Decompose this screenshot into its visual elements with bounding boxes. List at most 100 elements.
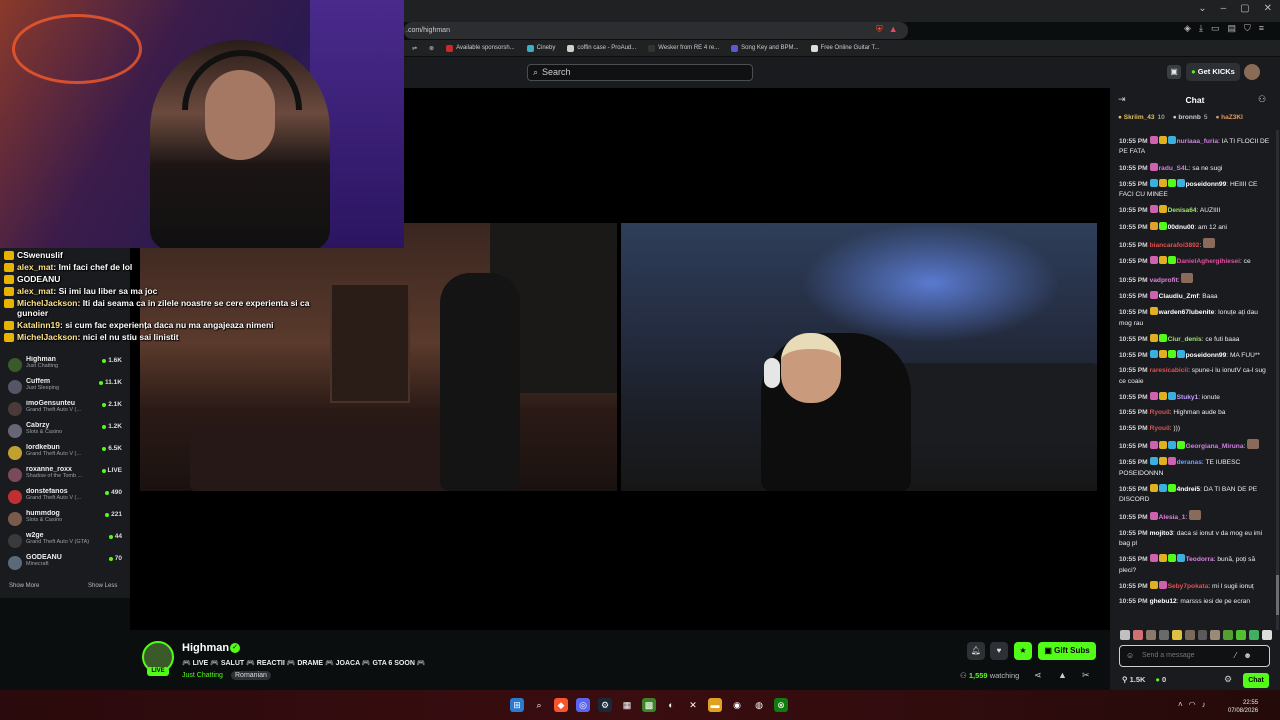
stream-manager-icon[interactable]: ▣ <box>1167 65 1181 79</box>
message-username[interactable]: mojito3 <box>1150 530 1173 537</box>
streamer-name[interactable]: Highman <box>182 642 229 654</box>
emote-icon[interactable] <box>1210 630 1221 640</box>
chat-message[interactable]: 10:55 PM 00dnu00: am 12 ani <box>1119 221 1271 233</box>
chat-message[interactable]: 10:55 PM Ryouil: ))) <box>1119 424 1271 434</box>
brave-rewards-icon[interactable]: ▲ <box>889 24 898 35</box>
chat-message[interactable]: 10:55 PM raresicabicii: spune-i lu ionutV… <box>1119 366 1271 387</box>
minecraft-icon[interactable]: ▩ <box>642 698 656 712</box>
app-icon[interactable]: ◐ <box>664 698 678 712</box>
menu-icon[interactable]: ≡ <box>1259 23 1264 34</box>
chat-message[interactable]: 10:55 PM Georgiana_Miruna: <box>1119 438 1271 452</box>
gift-subs-button[interactable]: ▣ Gift Subs <box>1038 642 1096 660</box>
extension-icon[interactable]: ◈ <box>1184 23 1191 34</box>
message-username[interactable]: radu_S4L <box>1159 165 1189 172</box>
chat-scrollbar[interactable] <box>1276 130 1279 630</box>
chat-message-list[interactable]: 10:55 PM nuriaaa_furia: IA TI FLOCII DE P… <box>1119 136 1271 626</box>
message-username[interactable]: Seby7pokata <box>1168 583 1209 590</box>
message-username[interactable]: ghebu12 <box>1150 598 1177 605</box>
maximize-icon[interactable]: ▢ <box>1240 3 1249 14</box>
sidebar-icon[interactable]: ▭ <box>1211 23 1220 34</box>
chat-message[interactable]: 10:55 PM deranas: TE IUBESC POSEIDONNN <box>1119 457 1271 479</box>
notification-button[interactable]: 🔔︎ <box>967 642 985 660</box>
leaderboard-entry[interactable]: ● Skriim_43 10 <box>1118 114 1165 126</box>
message-username[interactable]: vadprofit <box>1150 277 1178 284</box>
message-username[interactable]: poseidonn99 <box>1186 181 1227 188</box>
kicks-count[interactable]: ● 0 <box>1155 675 1166 684</box>
stream-category-link[interactable]: Just Chatting <box>182 672 223 679</box>
emoji-icon[interactable]: ☺ <box>1126 651 1134 660</box>
emote-icon[interactable] <box>1158 630 1169 640</box>
emote-picker-icon[interactable]: ☻ <box>1243 651 1251 660</box>
show-less-link[interactable]: Show Less <box>88 583 117 589</box>
search-input[interactable]: ⌕ Search <box>527 64 753 81</box>
chat-message[interactable]: 10:55 PM Claudiu_Zmf: Baaa <box>1119 290 1271 302</box>
chat-message[interactable]: 10:55 PM nuriaaa_furia: IA TI FLOCII DE P… <box>1119 136 1271 158</box>
avatar[interactable] <box>1244 64 1260 80</box>
chevron-up-icon[interactable]: ˄ <box>1178 700 1183 709</box>
message-username[interactable]: Alesia_1 <box>1159 514 1186 521</box>
wifi-icon[interactable]: ◠ <box>1189 700 1196 709</box>
close-icon[interactable]: ✕ <box>1264 3 1272 14</box>
xbox-icon[interactable]: ⊗ <box>774 698 788 712</box>
slash-command-icon[interactable]: ⁄ <box>1235 651 1236 660</box>
send-chat-button[interactable]: Chat <box>1243 673 1269 688</box>
message-username[interactable]: deranas <box>1177 459 1202 466</box>
language-tag[interactable]: Romanian <box>231 671 271 680</box>
message-username[interactable]: warden67lubenite <box>1159 309 1215 316</box>
followers-count[interactable]: ⚲ 1.5K <box>1122 675 1145 684</box>
subscribe-button[interactable]: ★ <box>1014 642 1032 660</box>
bookmark-item[interactable]: Cineby <box>526 44 555 52</box>
leaderboard-entry[interactable]: ● haZ3KI <box>1215 114 1245 126</box>
share-icon[interactable]: ⋖ <box>1034 670 1042 681</box>
message-username[interactable]: Ryouil <box>1150 425 1170 432</box>
chat-message[interactable]: 10:55 PM biancarafoi3892: <box>1119 238 1271 251</box>
brave-browser-icon[interactable]: ◆ <box>554 698 568 712</box>
bookmark-icon[interactable]: ⊗ <box>429 45 434 52</box>
emote-icon[interactable] <box>1184 630 1195 640</box>
steam-icon[interactable]: ⚙ <box>598 698 612 712</box>
wallet-icon[interactable]: ▤ <box>1227 23 1236 34</box>
report-icon[interactable]: ▲ <box>1058 670 1067 680</box>
emote-icon[interactable] <box>1249 630 1260 640</box>
emote-icon[interactable] <box>1197 630 1208 640</box>
download-icon[interactable]: ⤓ <box>1199 23 1203 34</box>
bookmark-item[interactable]: Free Online Guitar T... <box>810 44 879 52</box>
message-username[interactable]: raresicabicii <box>1150 367 1189 374</box>
chat-message[interactable]: 10:55 PM vadprofit: <box>1119 272 1271 286</box>
sidebar-channel-item[interactable]: Highman Just Chatting 1.6K <box>8 356 122 378</box>
message-username[interactable]: Stuky1 <box>1177 394 1199 401</box>
message-username[interactable]: nuriaaa_furia <box>1177 138 1218 145</box>
message-username[interactable]: DanielAghergihiesei <box>1177 258 1240 265</box>
chat-message[interactable]: 10:55 PM Ciur_denis: ce futi baaa <box>1119 333 1271 345</box>
bookmark-icon[interactable]: ⇌ <box>412 45 417 52</box>
message-username[interactable]: Claudiu_Zmf <box>1159 293 1199 300</box>
chevron-down-icon[interactable]: ⌄ <box>1198 3 1206 14</box>
sidebar-channel-item[interactable]: Cabrzy Slots & Casino 1.2K <box>8 422 122 444</box>
message-username[interactable]: Teodorra <box>1186 556 1214 563</box>
volume-icon[interactable]: ♪ <box>1202 700 1206 709</box>
get-kicks-button[interactable]: ● Get KICKs <box>1186 63 1240 81</box>
gear-icon[interactable]: ⚙ <box>1224 674 1232 685</box>
chat-message[interactable]: 10:55 PM DanielAghergihiesei: ce <box>1119 256 1271 267</box>
sidebar-channel-item[interactable]: lordkebun Grand Theft Auto V (... 6.5K <box>8 444 122 466</box>
taskbar-clock[interactable]: 22:55 07/08/2026 <box>1228 699 1258 715</box>
chat-message[interactable]: 10:55 PM poseidonn99: HEIIII CE FACI CU M… <box>1119 178 1271 201</box>
search-icon[interactable]: ⌕ <box>532 698 546 712</box>
task-view-icon[interactable]: ▦ <box>620 698 634 712</box>
bookmark-item[interactable]: coffin case - ProAud... <box>567 44 636 52</box>
emote-icon[interactable] <box>1145 630 1156 640</box>
leaderboard-entry[interactable]: ● bronnb 5 <box>1173 114 1208 126</box>
chat-message[interactable]: 10:55 PM Denisa64: AUZIIII <box>1119 205 1271 216</box>
sidebar-channel-item[interactable]: donstefanos Grand Theft Auto V (... 490 <box>8 488 122 510</box>
emote-icon[interactable] <box>1236 630 1247 640</box>
file-explorer-icon[interactable]: ▬ <box>708 698 722 712</box>
sidebar-channel-item[interactable]: imoGensunteu Grand Theft Auto V (... 2.1K <box>8 400 122 422</box>
chat-message[interactable]: 10:55 PM Stuky1: ionute <box>1119 392 1271 403</box>
message-username[interactable]: 4ndrei5 <box>1177 486 1200 493</box>
emote-icon[interactable] <box>1262 630 1273 640</box>
sidebar-channel-item[interactable]: GODEANU Minecraft 70 <box>8 554 122 576</box>
sidebar-channel-item[interactable]: Cuffem Just Sleeping 11.1K <box>8 378 122 400</box>
chat-users-icon[interactable]: ⚇ <box>1258 94 1266 105</box>
chat-message[interactable]: 10:55 PM Alesia_1: <box>1119 510 1271 523</box>
shield-icon[interactable]: ⛉ <box>1244 23 1251 34</box>
